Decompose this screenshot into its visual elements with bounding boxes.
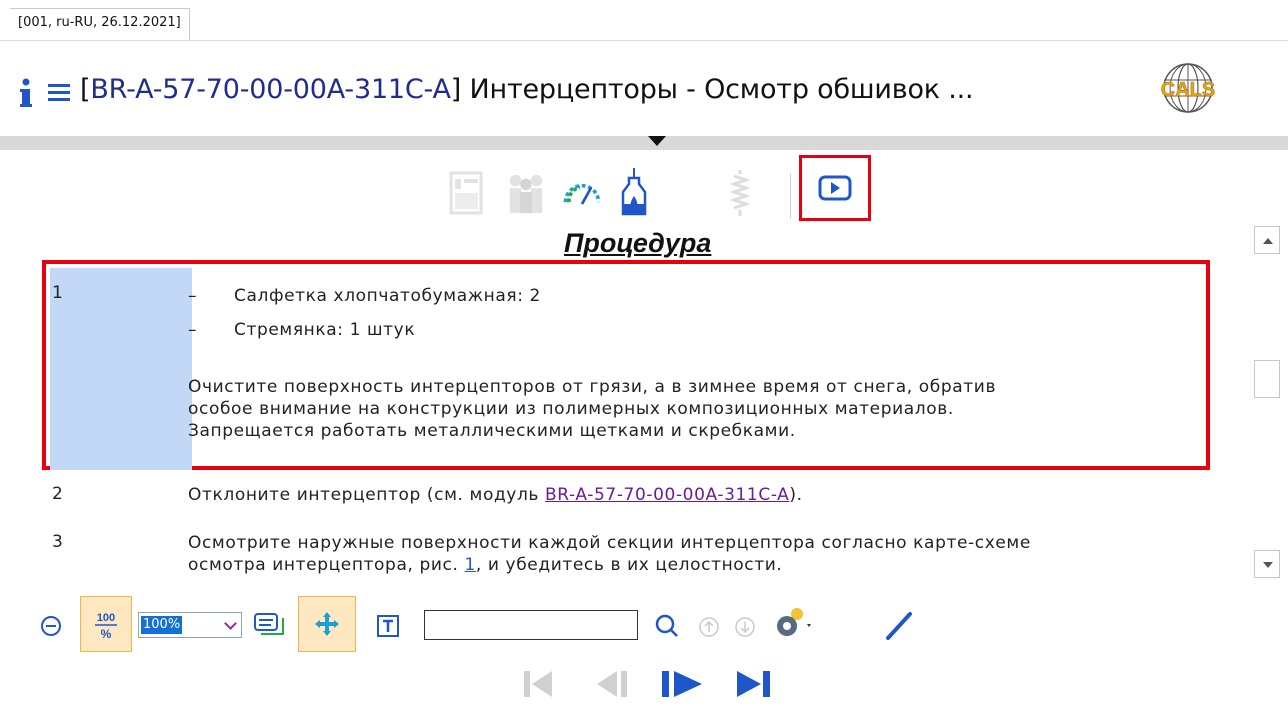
move-arrows-icon [315, 612, 339, 636]
document-meta-tab: [001, ru-RU, 26.12.2021] [10, 8, 190, 40]
search-previous-button[interactable] [696, 614, 722, 640]
scroll-up-button[interactable] [1254, 226, 1280, 254]
scroll-down-button[interactable] [1254, 550, 1280, 578]
section-heading: Процедура [564, 228, 712, 258]
list-item: – Салфетка хлопчатобумажная: 2 [188, 286, 541, 306]
next-step-button[interactable] [654, 664, 710, 704]
chevron-down-icon [224, 617, 237, 630]
video-play-button[interactable] [799, 155, 871, 221]
cals-logo-text: CALS [1161, 79, 1215, 101]
menu-icon[interactable] [48, 84, 70, 104]
step-1-number: 1 [52, 283, 64, 303]
annotate-pen-button[interactable] [878, 608, 918, 644]
step-forward-icon [662, 671, 702, 697]
spring-icon[interactable] [718, 168, 762, 218]
step-1-text: Очистите поверхность интерцепторов от гр… [188, 377, 997, 441]
step-back-icon [597, 671, 627, 697]
search-button[interactable] [652, 611, 682, 641]
content-toolbar [0, 155, 1288, 228]
comments-button[interactable] [250, 610, 290, 644]
step-2-text: Отклоните интерцептор (см. модуль BR-A-5… [188, 485, 803, 505]
bottom-toolbar: 100% 100% [0, 596, 960, 654]
step-navigation [0, 660, 1288, 710]
figure-link[interactable]: 1 [464, 555, 475, 575]
skip-first-icon [524, 671, 552, 697]
document-code: BR-A-57-70-00-00A-311C-A [90, 74, 451, 105]
top-divider [0, 40, 1288, 41]
scrollbar-thumb[interactable] [1254, 360, 1280, 398]
zoom-select[interactable]: 100% [138, 612, 242, 638]
step-1-number-cell [50, 268, 192, 470]
zoom-value: 100% [141, 616, 183, 634]
cals-logo: CALS [1160, 63, 1216, 113]
list-item: – Стремянка: 1 штук [188, 320, 416, 340]
text-frame-icon [377, 615, 399, 637]
zoom-100-button[interactable]: 100% [80, 596, 132, 652]
comments-icon [254, 613, 284, 635]
step-3-number: 3 [52, 532, 64, 552]
zoom-100-icon: 100% [95, 612, 117, 641]
info-sheet-icon[interactable] [444, 168, 488, 218]
arrow-up-circle-icon [699, 617, 719, 637]
settings-menu-button[interactable] [768, 604, 814, 644]
video-play-icon [818, 175, 852, 201]
document-header: [BR-A-57-70-00-00A-311C-A] Интерцепторы … [0, 52, 1288, 122]
document-title: [BR-A-57-70-00-00A-311C-A] Интерцепторы … [80, 74, 974, 105]
search-icon [655, 614, 678, 637]
svg-text:100: 100 [97, 612, 115, 624]
text-select-button[interactable] [372, 612, 404, 640]
document-meta-label: [001, ru-RU, 26.12.2021] [18, 15, 181, 30]
minus-circle-icon [41, 616, 61, 636]
first-step-button[interactable] [516, 664, 560, 704]
step-3-text: Осмотрите наружные поверхности каждой се… [188, 533, 1031, 575]
svg-text:%: % [101, 627, 112, 641]
module-link[interactable]: BR-A-57-70-00-00A-311C-A [545, 485, 789, 505]
search-input[interactable] [424, 610, 638, 640]
gauge-icon[interactable] [560, 168, 604, 218]
gear-icon [777, 608, 811, 636]
collapse-bar[interactable] [0, 136, 1288, 150]
step-2-number: 2 [52, 484, 64, 504]
skip-last-icon [737, 671, 770, 697]
toolbar-separator [790, 174, 791, 218]
personnel-icon[interactable] [504, 168, 548, 218]
chevron-down-icon [1263, 562, 1273, 568]
pen-icon [886, 612, 912, 640]
document-title-text: Интерцепторы - Осмотр обшивок ... [461, 74, 974, 105]
fluid-bottle-icon[interactable] [612, 168, 656, 218]
chevron-up-icon [1263, 238, 1273, 244]
last-step-button[interactable] [730, 664, 778, 704]
zoom-out-button[interactable] [38, 613, 64, 639]
arrow-down-circle-icon [735, 617, 755, 637]
previous-step-button[interactable] [590, 664, 640, 704]
collapse-arrow-icon[interactable] [648, 136, 666, 146]
pan-button[interactable] [298, 596, 356, 652]
info-icon[interactable] [18, 78, 34, 108]
search-next-button[interactable] [732, 614, 758, 640]
